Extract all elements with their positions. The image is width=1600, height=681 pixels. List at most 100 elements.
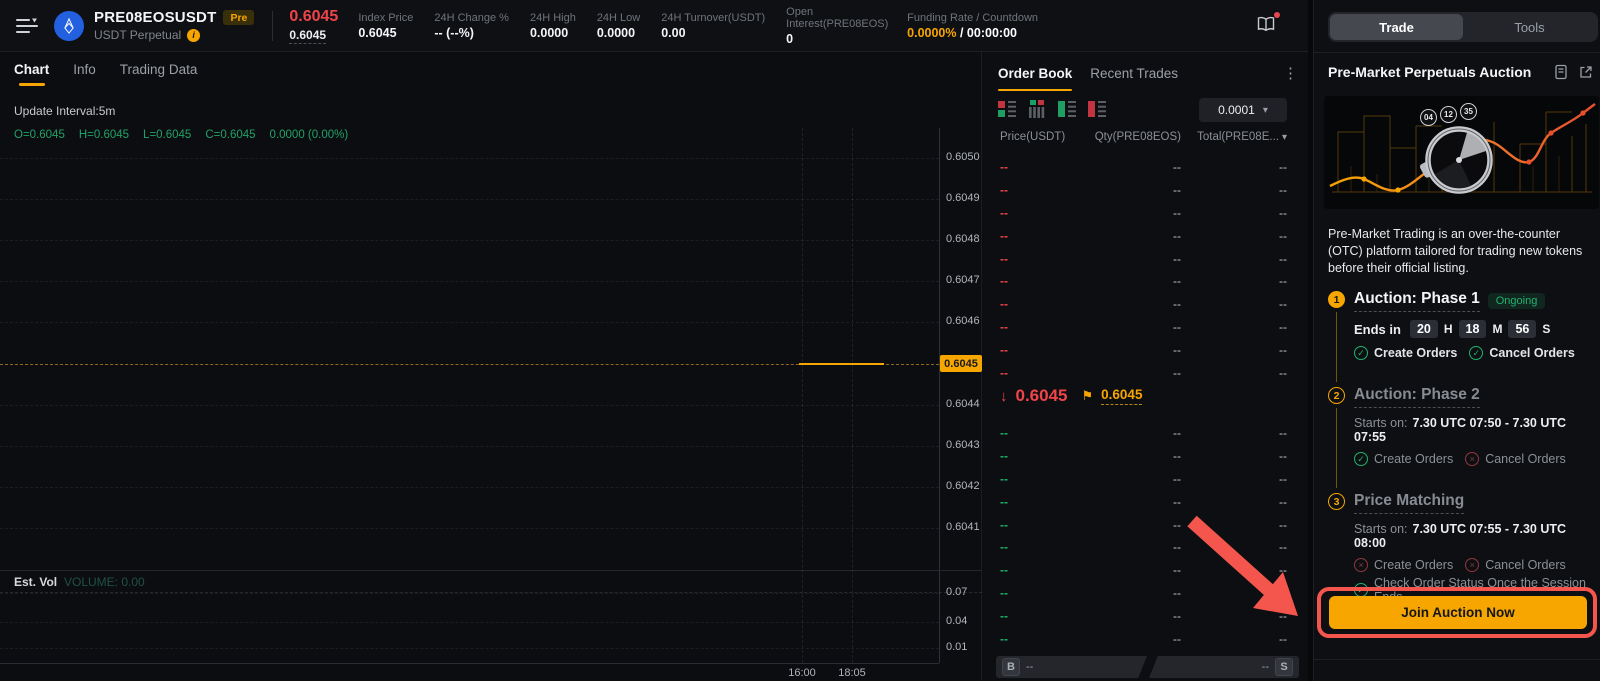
tab-order-book[interactable]: Order Book — [998, 66, 1072, 91]
header: PRE08EOSUSDT Pre USDT Perpetual i 0.6045… — [0, 0, 1308, 52]
orderbook-row[interactable]: ------ — [983, 490, 1308, 513]
phase-3-title[interactable]: Price Matching — [1354, 492, 1464, 514]
auction-panel: Trade Tools Pre-Market Perpetuals Auctio… — [1313, 0, 1600, 681]
permission-label: Create Orders — [1374, 452, 1453, 466]
tab-trade[interactable]: Trade — [1330, 14, 1463, 40]
view-asks-only-icon[interactable] — [1088, 100, 1106, 118]
phase-2-title[interactable]: Auction: Phase 2 — [1354, 386, 1480, 408]
orderbook-row[interactable]: ------ — [983, 224, 1308, 247]
join-auction-button[interactable]: Join Auction Now — [1329, 596, 1587, 629]
stat-label: Index Price — [358, 12, 413, 24]
auction-phases: 1 Auction: Phase 1 Ongoing Ends in20H18M… — [1328, 290, 1596, 630]
document-icon[interactable] — [1553, 64, 1569, 80]
orderbook-row[interactable]: ------ — [983, 468, 1308, 491]
last-price-tag: 0.6045 — [940, 355, 982, 372]
contract-type: USDT Perpetual — [94, 28, 181, 42]
phase-1-title[interactable]: Auction: Phase 1 — [1354, 290, 1480, 312]
row-total: -- — [1181, 229, 1287, 243]
price-gridline — [0, 158, 939, 159]
row-qty: -- — [1070, 426, 1181, 440]
view-bids-only-icon[interactable] — [1058, 100, 1076, 118]
chevron-down-icon: ▾ — [1263, 105, 1268, 116]
price-gridline — [0, 405, 939, 406]
volume-pane-separator[interactable] — [0, 570, 982, 571]
orderbook-menu-icon[interactable]: ⋮ — [1283, 64, 1298, 82]
marked-price[interactable]: 0.6045 — [1101, 387, 1142, 405]
price-chart[interactable]: 0.6045 Est. Vol VOLUME: 0.00 0.60500.604… — [0, 52, 981, 681]
row-total: -- — [1181, 563, 1287, 577]
col-total[interactable]: Total(PRE08E...▾ — [1181, 131, 1287, 143]
phase-1-permissions: ✓Create Orders✓Cancel Orders — [1354, 346, 1596, 360]
row-total: -- — [1181, 252, 1287, 266]
stat-label: 24H Change % — [434, 12, 509, 24]
volume-tick-label: 0.07 — [946, 586, 967, 598]
info-icon[interactable]: i — [187, 29, 200, 42]
allowed-check-icon: ✓ — [1354, 452, 1368, 466]
orderbook-row[interactable]: ------ — [983, 513, 1308, 536]
orderbook-row[interactable]: ------ — [983, 536, 1308, 559]
phase-1-number: 1 — [1328, 291, 1345, 308]
orderbook-row[interactable]: ------ — [983, 270, 1308, 293]
ohlc-part: H=0.6045 — [79, 129, 129, 141]
view-both-icon[interactable] — [998, 100, 1016, 118]
price-tick-label: 0.6048 — [946, 233, 980, 245]
tab-tools[interactable]: Tools — [1463, 14, 1596, 40]
asks-list: ----------------------------------------… — [983, 156, 1308, 384]
chevron-down-icon: ▾ — [1282, 132, 1287, 143]
stat-value-part: 0 — [786, 32, 793, 46]
col-qty: Qty(PRE08EOS) — [1070, 131, 1181, 143]
header-stat: Funding Rate / Countdown0.0000% / 00:00:… — [907, 12, 1038, 40]
eos-logo-icon — [60, 17, 78, 35]
tab-recent-trades[interactable]: Recent Trades — [1090, 66, 1178, 91]
row-total: -- — [1181, 426, 1287, 440]
sell-ratio: -- S — [1153, 658, 1300, 676]
stat-value-part: -- (--%) — [434, 26, 474, 40]
stat-label: 24H Turnover(USDT) — [661, 12, 765, 24]
orderbook-row[interactable]: ------ — [983, 445, 1308, 468]
orderbook-row[interactable]: ------ — [983, 604, 1308, 627]
orderbook-row[interactable]: ------ — [983, 156, 1308, 179]
countdown-value: 56 — [1508, 320, 1536, 338]
volume-gridline — [0, 622, 939, 623]
price-tick-label: 0.6047 — [946, 274, 980, 286]
orderbook-row[interactable]: ------ — [983, 422, 1308, 445]
phase-3-schedule: Starts on:7.30 UTC 07:55 - 7.30 UTC 08:0… — [1354, 522, 1596, 550]
row-qty: -- — [1070, 472, 1181, 486]
bottom-divider — [1314, 659, 1600, 660]
mark-price[interactable]: 0.6045 — [289, 28, 326, 44]
menu-icon[interactable] — [0, 18, 54, 34]
orderbook-row[interactable]: ------ — [983, 202, 1308, 225]
row-price: -- — [1000, 297, 1070, 311]
orderbook-last-price[interactable]: 0.6045 — [1016, 386, 1068, 406]
price-grouping-select[interactable]: 0.0001 ▾ — [1199, 98, 1287, 122]
orderbook-row[interactable]: ------ — [983, 293, 1308, 316]
orderbook-row[interactable]: ------ — [983, 247, 1308, 270]
row-qty: -- — [1070, 229, 1181, 243]
row-total: -- — [1181, 206, 1287, 220]
orderbook-row[interactable]: ------ — [983, 582, 1308, 605]
stat-label: 24H High — [530, 12, 576, 24]
orderbook-row[interactable]: ------ — [983, 338, 1308, 361]
phase-2-permissions: ✓Create Orders×Cancel Orders — [1354, 452, 1596, 466]
symbol[interactable]: PRE08EOSUSDT — [94, 9, 216, 26]
permission-item: ×Create Orders — [1354, 558, 1453, 572]
auction-title-row: Pre-Market Perpetuals Auction — [1328, 64, 1594, 80]
permission-label: Create Orders — [1374, 346, 1457, 360]
row-total: -- — [1181, 160, 1287, 174]
row-price: -- — [1000, 495, 1070, 509]
price-down-arrow-icon: ↓ — [1000, 388, 1008, 405]
row-price: -- — [1000, 518, 1070, 532]
sell-badge: S — [1275, 658, 1293, 676]
price-block: 0.6045 0.6045 — [289, 8, 338, 44]
orderbook-row[interactable]: ------ — [983, 179, 1308, 202]
ohlc-readout: O=0.6045H=0.6045L=0.6045C=0.60450.0000 (… — [14, 129, 362, 141]
external-link-icon[interactable] — [1578, 64, 1594, 80]
permission-item: ✓ Create Orders — [1354, 452, 1453, 466]
view-depth-icon[interactable] — [1028, 100, 1046, 118]
orderbook-row[interactable]: ------ — [983, 316, 1308, 339]
orderbook-layout-icon[interactable] — [1256, 14, 1278, 36]
row-qty: -- — [1070, 586, 1181, 600]
orderbook-row[interactable]: ------ — [983, 627, 1308, 650]
stat-value-part: 0.6045 — [358, 26, 396, 40]
orderbook-row[interactable]: ------ — [983, 559, 1308, 582]
